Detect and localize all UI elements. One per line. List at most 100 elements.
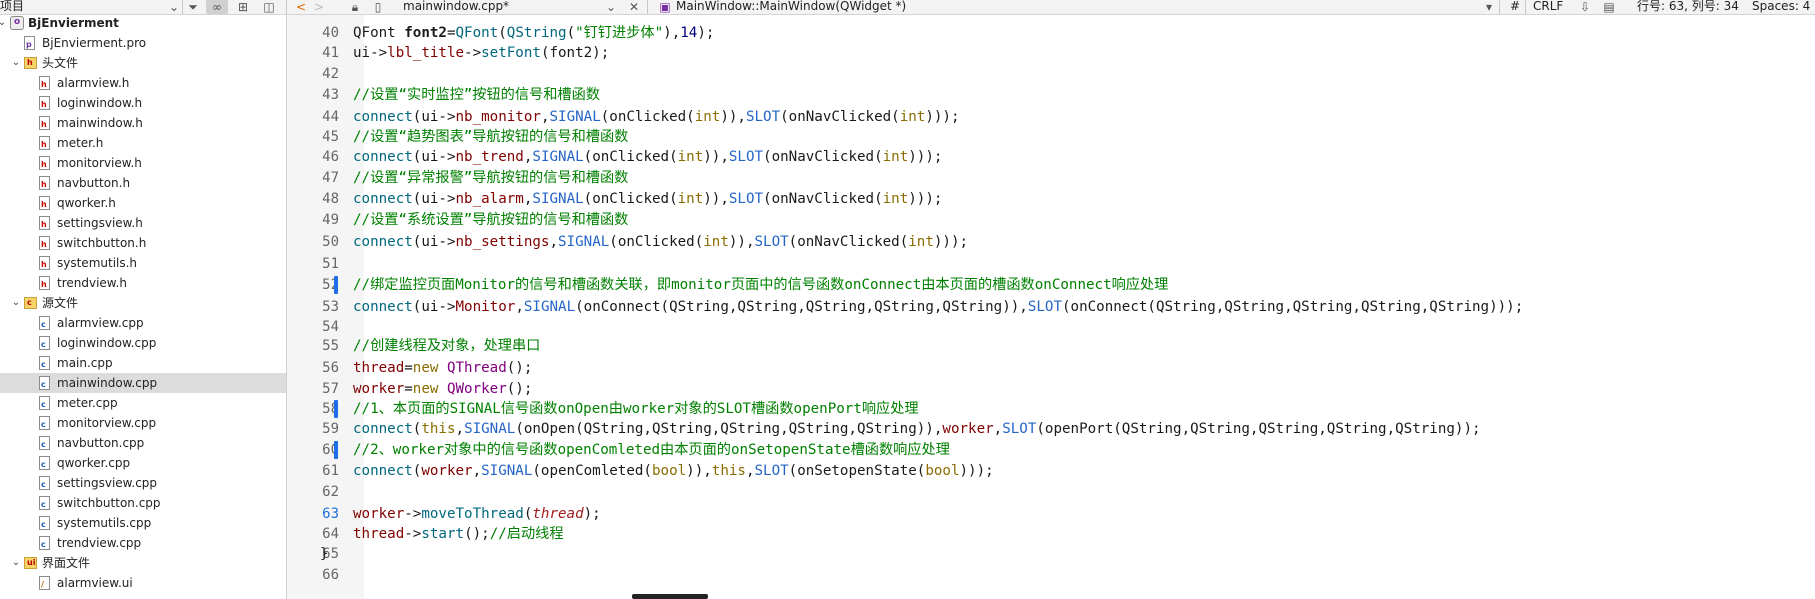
cpp-file-icon: c bbox=[39, 516, 50, 530]
code-token: nb_settings bbox=[455, 234, 550, 250]
tree-item[interactable]: h mainwindow.h bbox=[0, 113, 286, 133]
code-line[interactable]: //设置“系统设置”导航按钮的信号和槽函数 bbox=[353, 210, 628, 230]
code-line[interactable]: //绑定监控页面Monitor的信号和槽函数关联，即monitor页面中的信号函… bbox=[353, 275, 1168, 295]
file-dropdown-icon[interactable]: ⌄ bbox=[605, 0, 617, 14]
code-line[interactable]: connect(ui->nb_monitor,SIGNAL(onClicked(… bbox=[353, 107, 960, 127]
tree-item[interactable]: h qworker.h bbox=[0, 193, 286, 213]
tree-item[interactable]: c settingsview.cpp bbox=[0, 473, 286, 493]
code-token: int bbox=[677, 149, 704, 165]
code-line[interactable]: //创建线程及对象，处理串口 bbox=[353, 336, 540, 356]
tree-item[interactable]: h alarmview.h bbox=[0, 73, 286, 93]
close-icon[interactable]: ✕ bbox=[628, 0, 640, 14]
function-dropdown-icon[interactable]: ▾ bbox=[1483, 0, 1495, 14]
document-icon[interactable]: ▤ bbox=[1603, 0, 1615, 14]
tree-item[interactable]: h systemutils.h bbox=[0, 253, 286, 273]
line-ending[interactable]: CRLF bbox=[1533, 0, 1563, 13]
tree-item[interactable]: h settingsview.h bbox=[0, 213, 286, 233]
code-token: , bbox=[745, 463, 755, 479]
code-line[interactable]: //1、本页面的SIGNAL信号函数onOpen由worker对象的SLOT槽函… bbox=[353, 399, 919, 419]
file-tab-title[interactable]: mainwindow.cpp* bbox=[403, 0, 509, 13]
horizontal-scrollbar[interactable] bbox=[632, 594, 708, 599]
code-token: connect bbox=[353, 234, 413, 250]
tree-item-label: navbutton.h bbox=[57, 176, 131, 190]
tree-item[interactable]: h trendview.h bbox=[0, 273, 286, 293]
code-editor[interactable]: 40 41 42 43 44 45 46 47 48 49 50 51 52 53 54 55 56 57 58 59… bbox=[287, 15, 1815, 599]
tree-item[interactable]: c monitorview.cpp bbox=[0, 413, 286, 433]
tree-item[interactable]: h meter.h bbox=[0, 133, 286, 153]
tree-item[interactable]: c mainwindow.cpp bbox=[0, 373, 286, 393]
code-line[interactable]: connect(worker,SIGNAL(openComleted(bool)… bbox=[353, 461, 994, 481]
cursor-position[interactable]: 行号: 63, 列号: 34 bbox=[1637, 0, 1739, 13]
code-line[interactable]: //2、worker对象中的信号函数openComleted由本页面的onSet… bbox=[353, 440, 950, 460]
code-token: (); bbox=[506, 381, 533, 397]
tree-item[interactable]: c navbutton.cpp bbox=[0, 433, 286, 453]
encoding-icon[interactable]: ⇩ bbox=[1579, 0, 1591, 14]
code-line[interactable]: //设置“趋势图表”导航按钮的信号和槽函数 bbox=[353, 127, 628, 147]
tree-item-label: meter.cpp bbox=[57, 396, 118, 410]
code-line[interactable]: connect(ui->nb_trend,SIGNAL(onClicked(in… bbox=[353, 147, 942, 167]
dropdown-arrow-icon[interactable]: ⌄ bbox=[168, 0, 180, 14]
code-line[interactable]: thread->start();//启动线程 bbox=[353, 524, 564, 544]
code-token: "钉钉进步体" bbox=[575, 25, 664, 41]
code-line[interactable]: connect(ui->Monitor,SIGNAL(onConnect(QSt… bbox=[353, 297, 1523, 317]
forward-arrow-icon[interactable]: > bbox=[313, 0, 325, 14]
tree-item[interactable]: c systemutils.cpp bbox=[0, 513, 286, 533]
project-icon: o bbox=[10, 16, 24, 30]
tree-item[interactable]: ⌄ h 头文件 bbox=[0, 53, 286, 73]
indentation[interactable]: Spaces: 4 bbox=[1752, 0, 1810, 13]
code-line[interactable]: //设置“异常报警”导航按钮的信号和槽函数 bbox=[353, 168, 628, 188]
tree-item[interactable]: h navbutton.h bbox=[0, 173, 286, 193]
tree-item[interactable]: c alarmview.cpp bbox=[0, 313, 286, 333]
tree-item[interactable]: c trendview.cpp bbox=[0, 533, 286, 553]
tree-item[interactable]: c switchbutton.cpp bbox=[0, 493, 286, 513]
tree-item-label: mainwindow.cpp bbox=[57, 376, 158, 390]
code-token: int bbox=[882, 149, 909, 165]
line-number: 53 bbox=[322, 299, 339, 315]
link-icon[interactable]: ∞ bbox=[206, 0, 228, 14]
expand-arrow-icon[interactable]: ⌄ bbox=[10, 553, 22, 573]
code-token: new bbox=[412, 360, 447, 376]
code-line[interactable]: connect(this,SIGNAL(onOpen(QString,QStri… bbox=[353, 419, 1481, 439]
change-marker bbox=[334, 400, 338, 418]
code-token: (openPort(QString,QString,QString,QStrin… bbox=[1036, 421, 1481, 437]
code-token: //设置“异常报警”导航按钮的信号和槽函数 bbox=[353, 170, 629, 186]
expand-arrow-icon[interactable]: ⌄ bbox=[10, 53, 22, 73]
hash-label[interactable]: # bbox=[1510, 0, 1520, 13]
code-line[interactable]: worker->moveToThread(thread); bbox=[353, 504, 601, 524]
code-line[interactable]: connect(ui->nb_alarm,SIGNAL(onClicked(in… bbox=[353, 189, 942, 209]
tree-item[interactable]: ⌄ ui 界面文件 bbox=[0, 553, 286, 573]
tree-item[interactable]: h loginwindow.h bbox=[0, 93, 286, 113]
code-line[interactable]: ui->lbl_title->setFont(font2); bbox=[353, 43, 609, 63]
add-split-icon[interactable]: ⊞ bbox=[236, 0, 250, 14]
tree-item-label: BjEnvierment bbox=[28, 16, 119, 30]
tree-item[interactable]: h monitorview.h bbox=[0, 153, 286, 173]
expand-arrow-icon[interactable]: ⌄ bbox=[10, 293, 22, 313]
tree-item[interactable]: ⌄o BjEnvierment bbox=[0, 15, 286, 33]
code-token: 14 bbox=[680, 25, 698, 41]
back-arrow-icon[interactable]: < bbox=[295, 0, 307, 14]
code-line[interactable]: thread=new QThread(); bbox=[353, 358, 532, 378]
code-token: , bbox=[472, 463, 482, 479]
expand-arrow-icon[interactable]: ⌄ bbox=[0, 15, 8, 33]
tree-item[interactable]: ⌄ c 源文件 bbox=[0, 293, 286, 313]
tree-item[interactable]: c main.cpp bbox=[0, 353, 286, 373]
filter-icon[interactable]: ⏷ bbox=[186, 0, 200, 14]
folder-icon: c bbox=[24, 297, 37, 309]
tree-item[interactable]: / alarmview.ui bbox=[0, 573, 286, 593]
tree-item[interactable]: c qworker.cpp bbox=[0, 453, 286, 473]
code-line[interactable]: QFont font2=QFont(QString("钉钉进步体"),14); bbox=[353, 23, 714, 43]
code-line[interactable]: worker=new QWorker(); bbox=[353, 379, 532, 399]
tree-item[interactable]: c meter.cpp bbox=[0, 393, 286, 413]
code-line[interactable]: } bbox=[320, 544, 329, 564]
code-line[interactable]: connect(ui->nb_settings,SIGNAL(onClicked… bbox=[353, 232, 968, 252]
line-number: 65 bbox=[322, 546, 339, 562]
code-token: SLOT bbox=[754, 463, 789, 479]
code-token: this bbox=[421, 421, 456, 437]
tree-item[interactable]: h switchbutton.h bbox=[0, 233, 286, 253]
close-sidebar-icon[interactable]: ◫ bbox=[262, 0, 276, 14]
tree-item[interactable]: c loginwindow.cpp bbox=[0, 333, 286, 353]
function-selector[interactable]: MainWindow::MainWindow(QWidget *) bbox=[676, 0, 906, 13]
code-token: (); bbox=[464, 526, 490, 542]
tree-item[interactable]: p BjEnvierment.pro bbox=[0, 33, 286, 53]
code-line[interactable]: //设置“实时监控”按钮的信号和槽函数 bbox=[353, 85, 600, 105]
